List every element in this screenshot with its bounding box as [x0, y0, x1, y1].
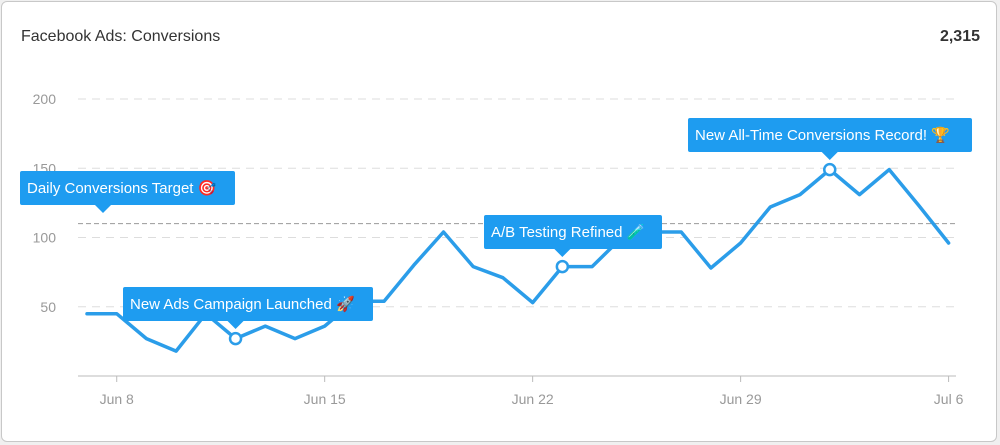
target-callout-label: Daily Conversions Target 🎯	[27, 179, 217, 197]
annotation-2-label: New All-Time Conversions Record! 🏆	[695, 126, 950, 144]
y-tick-label: 100	[33, 230, 57, 246]
x-tick-label: Jun 8	[100, 391, 134, 407]
x-tick-label: Jun 29	[720, 391, 762, 407]
annotation-marker-2	[823, 162, 837, 177]
x-tick-label: Jul 6	[934, 391, 964, 407]
annotation-0-label: New Ads Campaign Launched 🚀	[130, 295, 355, 313]
y-tick-label: 200	[33, 91, 57, 107]
x-tick-label: Jun 15	[304, 391, 346, 407]
annotation-1-label: A/B Testing Refined 🧪	[491, 223, 645, 241]
annotation-marker-1	[555, 259, 570, 274]
x-tick-label: Jun 22	[512, 391, 554, 407]
y-tick-label: 50	[40, 299, 56, 315]
annotation-marker-0	[228, 331, 243, 346]
line-chart: 50100150200Jun 8 Jun 15 Jun 22 Jun 29 Jul 6D…	[20, 91, 972, 407]
